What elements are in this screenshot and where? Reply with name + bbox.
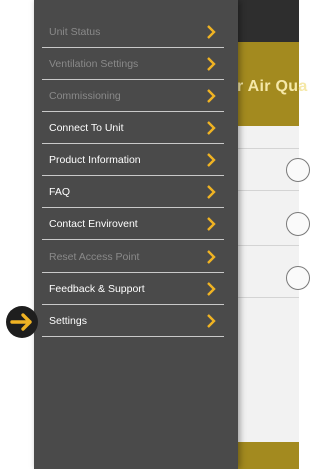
app-row-icon <box>286 158 310 182</box>
menu-item-label: Contact Envirovent <box>49 217 138 230</box>
chevron-right-icon <box>207 281 216 296</box>
chevron-right-icon <box>207 313 216 328</box>
menu-item-commissioning[interactable]: Commissioning <box>42 80 224 112</box>
menu-item-settings[interactable]: Settings <box>42 305 224 337</box>
app-row-divider <box>238 190 299 191</box>
app-row-divider <box>238 148 299 149</box>
chevron-right-icon <box>207 249 216 264</box>
menu-item-ventilation-settings[interactable]: Ventilation Settings <box>42 48 224 80</box>
pointer-badge <box>6 306 38 338</box>
menu-item-label: Settings <box>49 314 87 327</box>
app-row-divider <box>238 245 299 246</box>
chevron-right-icon <box>207 184 216 199</box>
menu-item-unit-status[interactable]: Unit Status <box>42 16 224 48</box>
app-row-divider <box>238 297 299 298</box>
app-row-icon <box>286 212 310 236</box>
menu-item-feedback-support[interactable]: Feedback & Support <box>42 273 224 305</box>
chevron-right-icon <box>207 56 216 71</box>
app-row-icon <box>286 266 310 290</box>
menu-item-contact-envirovent[interactable]: Contact Envirovent <box>42 208 224 240</box>
navigation-drawer: Unit Status Ventilation Settings Commiss… <box>34 0 238 469</box>
app-banner-title: r Air Qua <box>237 78 308 95</box>
menu-item-label: Connect To Unit <box>49 121 124 134</box>
menu-item-label: Commissioning <box>49 89 121 102</box>
arrow-right-icon <box>10 313 32 331</box>
menu-item-connect-to-unit[interactable]: Connect To Unit <box>42 112 224 144</box>
chevron-right-icon <box>207 216 216 231</box>
chevron-right-icon <box>207 152 216 167</box>
menu-item-label: Product Information <box>49 153 141 166</box>
menu-item-label: Feedback & Support <box>49 282 145 295</box>
menu-item-label: Reset Access Point <box>49 250 140 263</box>
chevron-right-icon <box>207 88 216 103</box>
chevron-right-icon <box>207 120 216 135</box>
menu-item-reset-access-point[interactable]: Reset Access Point <box>42 241 224 273</box>
chevron-right-icon <box>207 24 216 39</box>
menu-item-faq[interactable]: FAQ <box>42 176 224 208</box>
menu-item-label: Ventilation Settings <box>49 57 139 70</box>
menu-item-product-information[interactable]: Product Information <box>42 144 224 176</box>
menu-item-label: FAQ <box>49 185 71 198</box>
menu-item-label: Unit Status <box>49 25 101 38</box>
